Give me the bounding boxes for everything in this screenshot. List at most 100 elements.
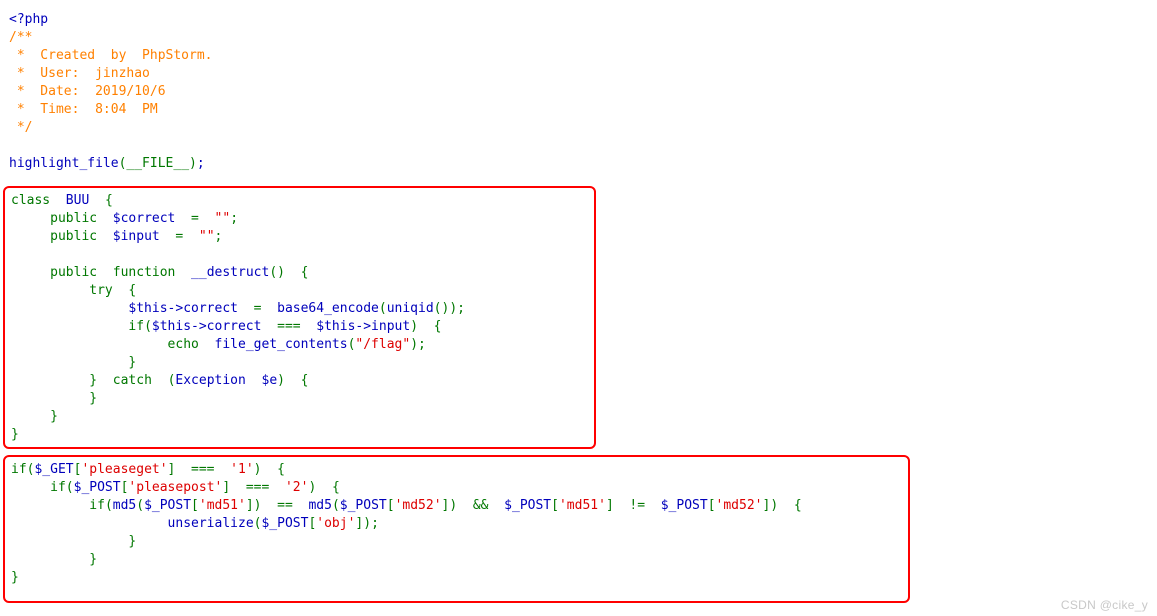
base64-open-paren: (	[378, 301, 387, 316]
flag-path-string: "/flag"	[355, 337, 411, 352]
if-compare-open-paren: (	[144, 319, 152, 334]
logic-if-1-open-paren: (	[65, 480, 74, 495]
logic-md5-right-close: ])	[441, 498, 458, 513]
docblock-line-date: * Date: 2019/10/6	[9, 84, 166, 99]
docblock-line-created: * Created by PhpStorm.	[9, 48, 213, 63]
logic-md5-right-open-bracket: [	[386, 498, 395, 513]
uniqid-parens: ()	[433, 301, 450, 316]
unserialize-key: 'obj'	[316, 516, 356, 531]
catch-open-brace: {	[300, 373, 309, 388]
logic-md5-left-key: 'md51'	[198, 498, 246, 513]
method-parens: ()	[269, 265, 285, 280]
method-visibility: public	[50, 265, 98, 280]
property-1-semicolon: ;	[214, 229, 223, 244]
logic-if-1-close-bracket: ]	[222, 480, 231, 495]
keyword-function: function	[112, 265, 176, 280]
property-0-assign: =	[191, 211, 199, 226]
property-1-visibility: public	[50, 229, 98, 244]
logic-if-0-keyword: if	[11, 462, 27, 477]
assign-correct-semicolon: ;	[457, 301, 465, 316]
logic-not-equal-operator: !=	[629, 498, 646, 513]
logic-raw-left-open-bracket: [	[551, 498, 559, 513]
catch-close-brace: }	[89, 391, 98, 406]
if-compare-left: $this->correct	[151, 319, 262, 334]
base64-encode-call: base64_encode	[277, 301, 379, 316]
logic-raw-left-superglobal: $_POST	[504, 498, 552, 513]
logic-if-0-superglobal: $_GET	[34, 462, 74, 477]
logic-code-block: if($_GET['pleaseget'] === '1') { if($_PO…	[11, 461, 802, 587]
property-0-visibility: public	[50, 211, 98, 226]
logic-if-1-superglobal: $_POST	[73, 480, 121, 495]
property-0-semicolon: ;	[230, 211, 239, 226]
try-close-brace: }	[89, 373, 98, 388]
logic-if-1-open-brace: {	[331, 480, 340, 495]
logic-if-1-value: '2'	[284, 480, 309, 495]
logic-md5-left-superglobal: $_POST	[144, 498, 192, 513]
logic-raw-left-key: 'md51'	[558, 498, 606, 513]
docblock-line-open: /**	[9, 30, 33, 45]
keyword-echo: echo	[167, 337, 199, 352]
docblock-line-time: * Time: 8:04 PM	[9, 102, 158, 117]
docblock-line-user: * User: jinzhao	[9, 66, 150, 81]
logic-if-0-operator: ===	[191, 462, 215, 477]
property-1-name: $input	[112, 229, 160, 244]
if-compare-keyword: if	[128, 319, 145, 334]
logic-close-brace-2: }	[128, 534, 137, 549]
logic-raw-right-superglobal: $_POST	[660, 498, 708, 513]
intro-code-block: <?php /** * Created by PhpStorm. * User:…	[9, 11, 213, 173]
unserialize-semicolon: ;	[371, 516, 379, 531]
exception-type: Exception	[175, 373, 246, 388]
if-compare-close-paren: )	[410, 319, 419, 334]
logic-md5-call-right: md5	[308, 498, 332, 513]
property-0-name: $correct	[112, 211, 176, 226]
logic-raw-right-open-bracket: [	[707, 498, 716, 513]
logic-raw-left-close-bracket: ]	[605, 498, 614, 513]
logic-and-operator: &&	[472, 498, 489, 513]
exception-var: $e	[261, 373, 278, 388]
uniqid-call: uniqid	[386, 301, 434, 316]
logic-md5-call-left: md5	[112, 498, 137, 513]
method-open-brace: {	[300, 265, 309, 280]
docblock-line-close: */	[9, 120, 33, 135]
logic-md5-compare-operator: ==	[277, 498, 293, 513]
highlight-file-function: highlight_file	[9, 156, 119, 171]
class-code-block: class BUU { public $correct = ""; public…	[11, 192, 465, 444]
logic-md5-right-key: 'md52'	[394, 498, 442, 513]
unserialize-superglobal: $_POST	[261, 516, 309, 531]
logic-if-1-key: 'pleasepost'	[128, 480, 223, 495]
keyword-try: try	[89, 283, 113, 298]
logic-if-1-keyword: if	[50, 480, 66, 495]
logic-raw-right-close: ])	[762, 498, 779, 513]
class-name: BUU	[65, 193, 90, 208]
logic-if-1-close-paren: )	[308, 480, 317, 495]
logic-md5-left-open-bracket: [	[191, 498, 199, 513]
logic-raw-right-key: 'md52'	[715, 498, 763, 513]
property-1-value: ""	[198, 229, 215, 244]
class-open-brace: {	[104, 193, 113, 208]
code-surface: <?php /** * Created by PhpStorm. * User:…	[0, 0, 1157, 616]
logic-md5-right-open-paren: (	[331, 498, 340, 513]
logic-md5-right-superglobal: $_POST	[339, 498, 387, 513]
file-get-contents-call: file_get_contents	[214, 337, 348, 352]
php-open-tag: <?php	[9, 12, 49, 27]
logic-if-0-open-brace: {	[277, 462, 285, 477]
if-compare-operator: ===	[277, 319, 301, 334]
method-name: __destruct	[191, 265, 270, 280]
if-compare-close-brace: }	[128, 355, 137, 370]
if-compare-open-brace: {	[433, 319, 442, 334]
logic-if-1-operator: ===	[245, 480, 270, 495]
highlight-file-argument: __FILE__	[126, 156, 190, 171]
logic-code-box: if($_GET['pleaseget'] === '1') { if($_PO…	[3, 455, 910, 603]
logic-md5-left-close: ])	[245, 498, 262, 513]
if-compare-right: $this->input	[316, 319, 411, 334]
file-get-contents-close-paren: )	[410, 337, 419, 352]
method-close-brace: }	[50, 409, 58, 424]
class-code-box: class BUU { public $correct = ""; public…	[3, 186, 596, 449]
logic-if-2-open-brace: {	[793, 498, 802, 513]
assign-correct-operator: =	[253, 301, 262, 316]
unserialize-call: unserialize	[167, 516, 254, 531]
highlight-file-semicolon: ;	[196, 156, 205, 171]
logic-if-2-keyword: if	[89, 498, 105, 513]
logic-close-brace-1: }	[89, 552, 98, 567]
logic-if-0-value: '1'	[230, 462, 254, 477]
